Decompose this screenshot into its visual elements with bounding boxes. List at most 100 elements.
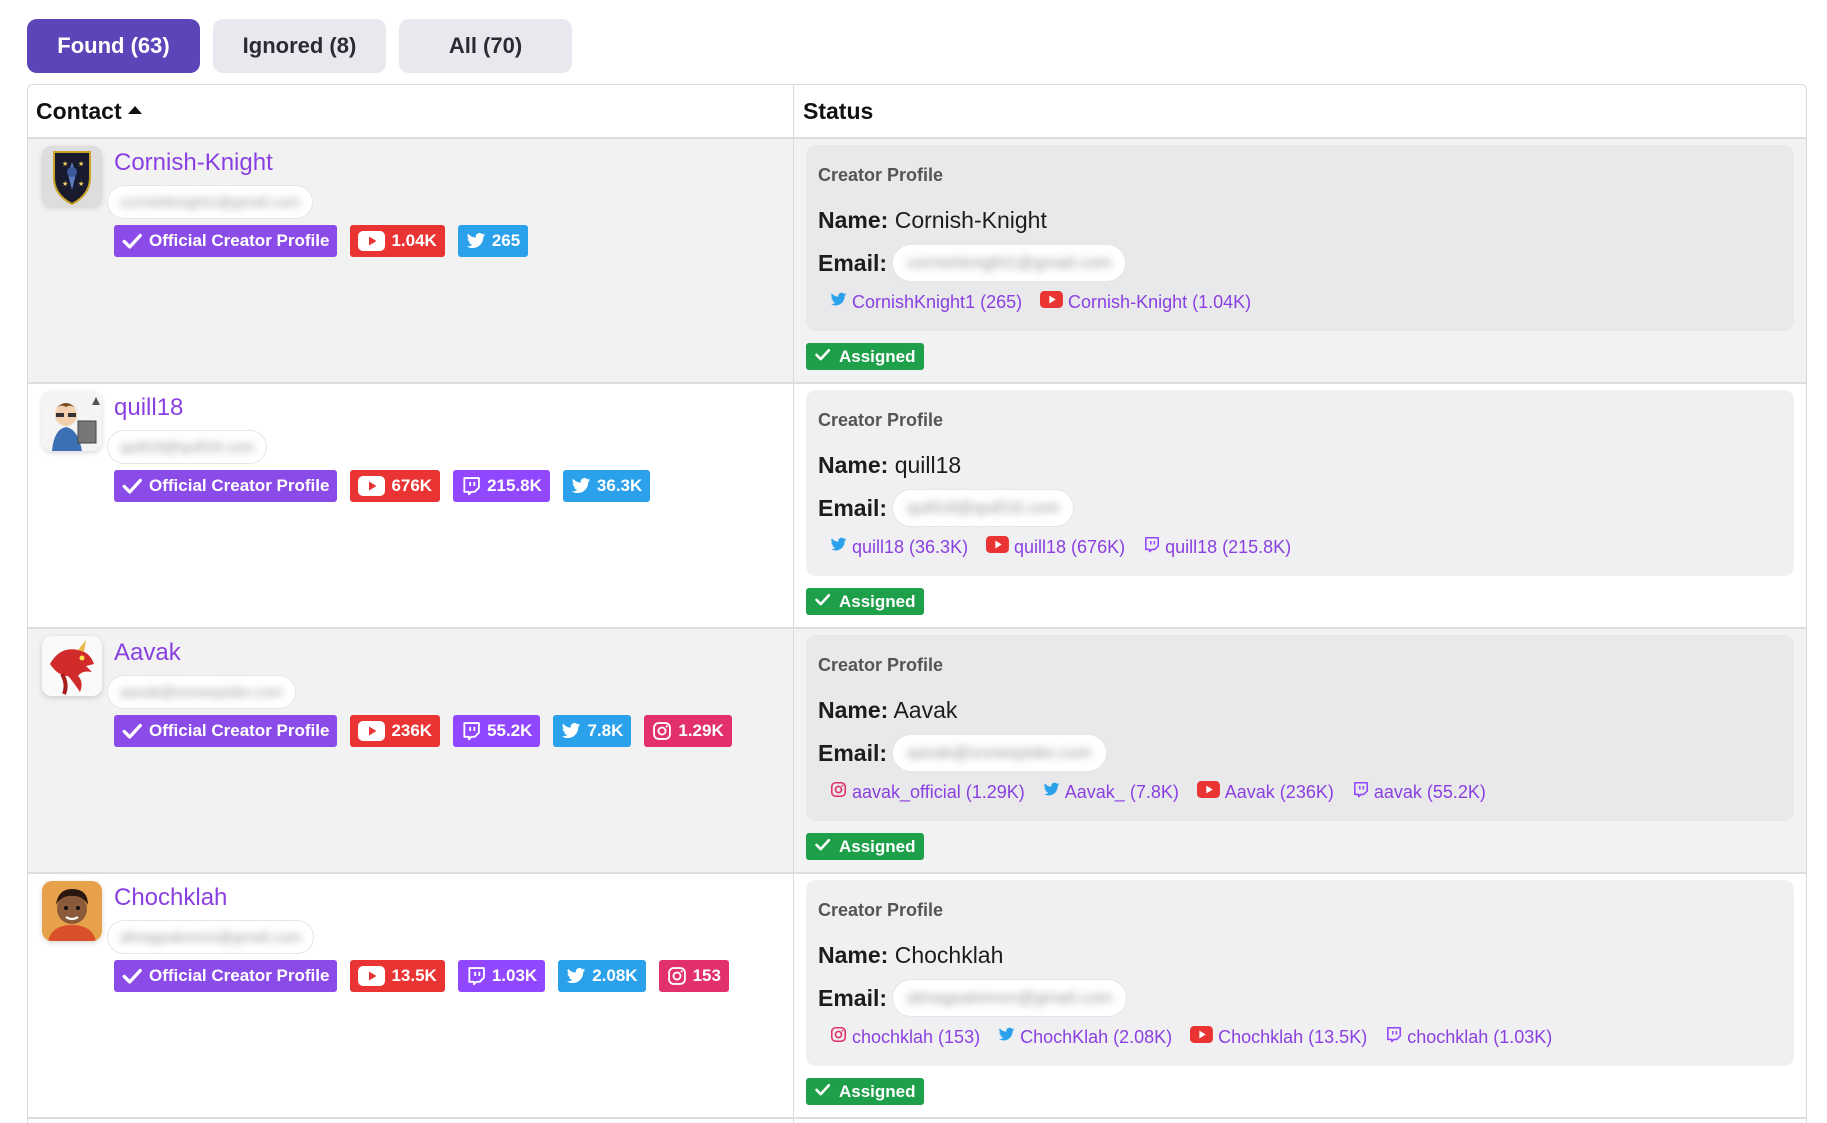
column-header-status[interactable]: Status (794, 85, 1806, 137)
tab-all[interactable]: All (70) (399, 19, 572, 73)
assigned-label: Assigned (839, 836, 916, 856)
youtube-profile-link[interactable]: Cornish-Knight (1.04K) (1040, 291, 1251, 313)
name-label: Name: (818, 207, 889, 233)
contact-name-link[interactable]: Chochklah (114, 884, 227, 912)
social-link-text: ChochKlah (2.08K) (1020, 1026, 1173, 1047)
social-link-text: Aavak (236K) (1224, 781, 1334, 802)
card-title: Creator Profile (818, 655, 944, 675)
tab-ignored[interactable]: Ignored (8) (213, 19, 386, 73)
contact-name-link[interactable]: Aavak (114, 639, 181, 667)
contact-cell: Chochklah almagsalomon@gmail.com Officia… (28, 874, 794, 1117)
contact-cell: ★ ★ ★ ★ Cornish-Knight cornishknight1@gmail… (28, 139, 794, 382)
youtube-profile-link[interactable]: quill18 (676K) (986, 536, 1125, 558)
check-icon (814, 1081, 831, 1103)
contact-cell (28, 1119, 794, 1123)
twitter-profile-link[interactable]: quill18 (36.3K) (830, 536, 968, 558)
creator-profile-card: Creator Profile Name: Aavak Email: aavak… (806, 635, 1794, 821)
contact-email: aavak@snowspider.com (120, 683, 283, 701)
youtube-icon (1190, 1026, 1214, 1048)
card-name-value: Cornish-Knight (894, 207, 1047, 233)
card-email-value: quill18@quill18.com (907, 498, 1060, 517)
svg-text:★: ★ (78, 160, 84, 168)
check-icon (121, 720, 143, 742)
assigned-status-badge: Assigned (806, 588, 924, 615)
official-creator-badge: Official Creator Profile (114, 470, 338, 502)
badge-count: 36.3K (596, 476, 643, 495)
card-email-row: Email: almagsalomon@gmail.com (818, 980, 1127, 1016)
creator-profile-card: Creator Profile Name: Cornish-Knight Ema… (806, 145, 1794, 331)
twitch-icon (461, 721, 481, 741)
name-label: Name: (818, 452, 889, 478)
official-label: Official Creator Profile (149, 966, 330, 985)
card-name-row: Name: Cornish-Knight (818, 207, 1047, 234)
instagram-icon (830, 1026, 847, 1048)
instagram-icon (830, 781, 847, 803)
twitch-profile-link[interactable]: aavak (55.2K) (1352, 781, 1486, 803)
twitter-icon (1043, 781, 1060, 803)
card-name-value: quill18 (894, 452, 962, 478)
social-link-text: quill18 (36.3K) (852, 536, 969, 557)
badge-count: 265 (491, 231, 521, 250)
social-links: quill18 (36.3K) quill18 (676K) quill18 (… (830, 536, 1291, 558)
twitter-icon (830, 536, 847, 558)
instagram-icon (667, 966, 687, 986)
contact-cell: Aavak aavak@snowspider.com Official Crea… (28, 629, 794, 872)
svg-text:★: ★ (62, 160, 68, 168)
twitch-count-badge: 215.8K (453, 470, 550, 502)
twitch-profile-link[interactable]: quill18 (215.8K) (1143, 536, 1291, 558)
twitter-profile-link[interactable]: ChochKlah (2.08K) (998, 1026, 1172, 1048)
youtube-profile-link[interactable]: Chochklah (13.5K) (1190, 1026, 1367, 1048)
table-header: Contact Status (28, 85, 1806, 139)
twitch-icon (466, 966, 486, 986)
twitter-icon (466, 231, 486, 251)
svg-text:★: ★ (62, 180, 68, 188)
instagram-icon (652, 721, 672, 741)
badge-count: 55.2K (487, 721, 533, 740)
twitter-icon (566, 966, 586, 986)
card-email-blurred: quill18@quill18.com (893, 490, 1074, 526)
social-link-text: aavak (55.2K) (1373, 781, 1486, 802)
contact-email-blurred: cornishknight1@gmail.com (108, 186, 313, 218)
contact-name-link[interactable]: Cornish-Knight (114, 149, 273, 177)
contact-name-link[interactable]: quill18 (114, 394, 183, 422)
tab-found[interactable]: Found (63) (27, 19, 200, 73)
table-row: Chochklah almagsalomon@gmail.com Officia… (28, 874, 1806, 1119)
card-name-row: Name: Chochklah (818, 942, 1003, 969)
youtube-icon (358, 231, 386, 251)
youtube-count-badge: 1.04K (350, 225, 445, 257)
badge-count: 676K (391, 476, 433, 495)
name-label: Name: (818, 942, 889, 968)
badge-count: 13.5K (391, 966, 437, 985)
check-icon (814, 591, 831, 613)
social-link-text: Aavak_ (7.8K) (1064, 781, 1179, 802)
sort-ascending-icon (127, 106, 142, 114)
status-cell: Creator Profile Name: quill18 Email: qui… (794, 384, 1806, 627)
official-creator-badge: Official Creator Profile (114, 225, 338, 257)
creator-profile-card: Creator Profile Name: Chochklah Email: a… (806, 880, 1794, 1066)
instagram-count-badge: 153 (658, 960, 729, 992)
assigned-status-badge: Assigned (806, 833, 924, 860)
twitch-profile-link[interactable]: chochklah (1.03K) (1385, 1026, 1552, 1048)
twitch-count-badge: 1.03K (457, 960, 546, 992)
twitch-icon (461, 476, 481, 496)
instagram-profile-link[interactable]: aavak_official (1.29K) (830, 781, 1025, 803)
youtube-profile-link[interactable]: Aavak (236K) (1196, 781, 1334, 803)
twitter-count-badge: 2.08K (558, 960, 646, 992)
column-header-contact[interactable]: Contact (28, 85, 794, 137)
social-link-text: chochklah (153) (852, 1026, 981, 1047)
check-icon (121, 230, 143, 252)
check-icon (814, 346, 831, 368)
card-email-row: Email: cornishknight1@gmail.com (818, 245, 1126, 281)
instagram-count-badge: 1.29K (644, 715, 732, 747)
svg-text:★: ★ (78, 180, 84, 188)
twitch-count-badge: 55.2K (453, 715, 541, 747)
youtube-count-badge: 236K (350, 715, 441, 747)
twitter-profile-link[interactable]: Aavak_ (7.8K) (1043, 781, 1179, 803)
badge-group: Official Creator Profile 1.04K 265 (114, 225, 529, 257)
badge-count: 215.8K (487, 476, 542, 495)
twitter-profile-link[interactable]: CornishKnight1 (265) (830, 291, 1022, 313)
card-email-row: Email: quill18@quill18.com (818, 490, 1074, 526)
card-email-blurred: aavak@snowspider.com (893, 735, 1106, 771)
official-creator-badge: Official Creator Profile (114, 715, 338, 747)
instagram-profile-link[interactable]: chochklah (153) (830, 1026, 980, 1048)
